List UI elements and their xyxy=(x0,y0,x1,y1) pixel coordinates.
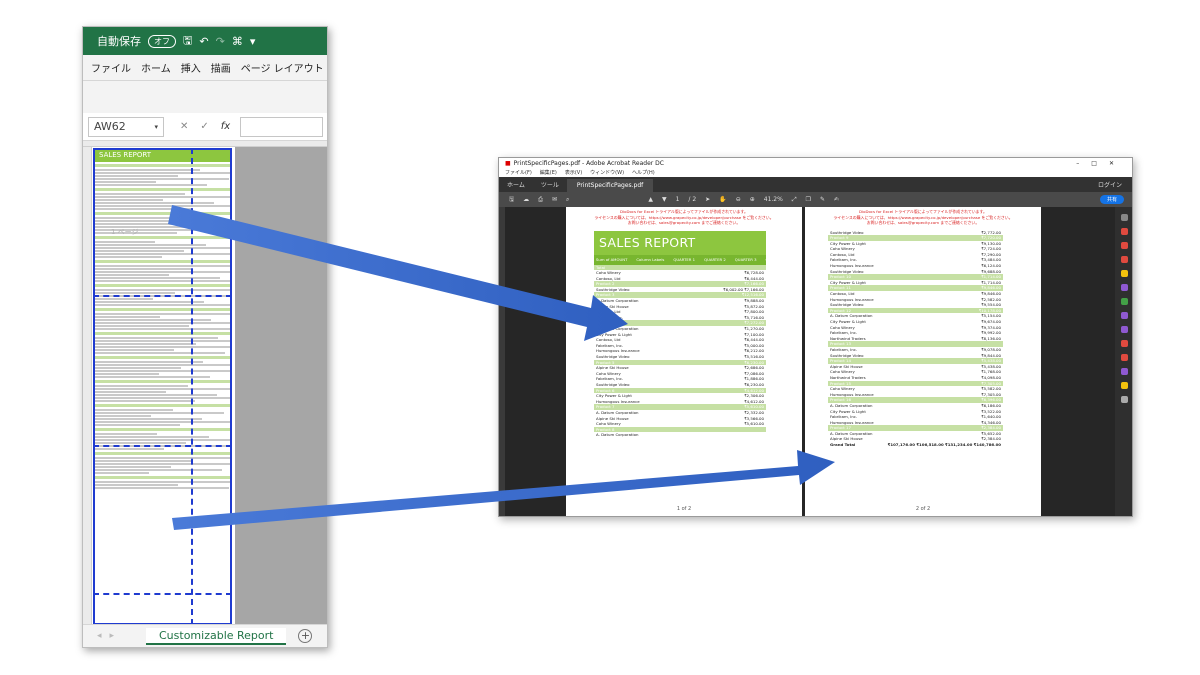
arrow-to-page-2 xyxy=(172,450,835,530)
arrow-to-page-1 xyxy=(168,205,628,341)
callout-arrows xyxy=(168,205,835,530)
